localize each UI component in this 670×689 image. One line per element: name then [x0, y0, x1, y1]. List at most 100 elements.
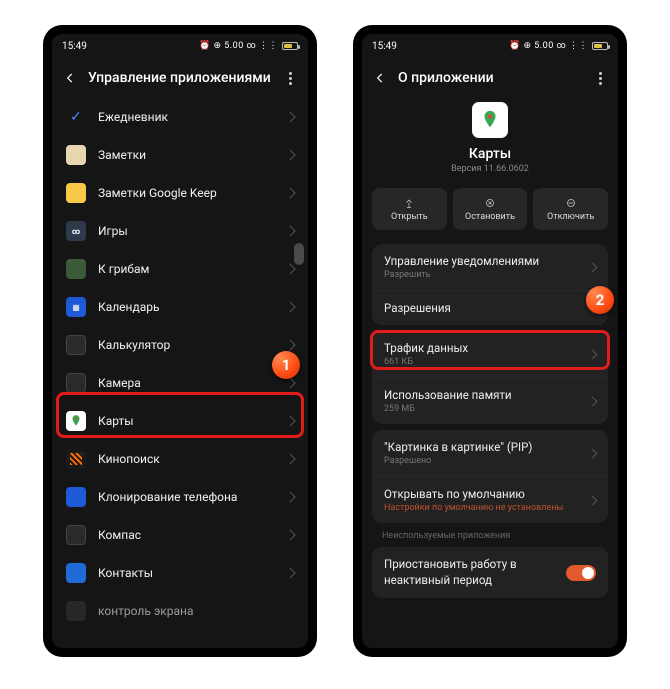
status-time: 15:49 — [372, 41, 397, 52]
chevron-right-icon — [588, 448, 598, 458]
disable-icon — [565, 197, 577, 209]
stop-button[interactable]: Остановить — [453, 188, 528, 230]
row-notifications[interactable]: Управление уведомлениями Разрешить — [372, 244, 608, 290]
calendar-icon: ▦ — [66, 297, 86, 317]
kinopoisk-icon — [66, 449, 86, 469]
row-sub: 259 МБ — [384, 404, 589, 414]
app-label: Кинопоиск — [86, 452, 286, 466]
annotation-badge-1: 1 — [272, 351, 300, 379]
back-icon[interactable] — [372, 70, 388, 86]
row-title: "Картинка в картинке" (PIP) — [384, 440, 589, 454]
phone-left: 15:49 ⏰ ⊕ 5.00 ∞ ⋮⋮ Управление приложени… — [44, 26, 316, 656]
header: О приложении — [362, 58, 618, 98]
status-time: 15:49 — [62, 41, 87, 52]
row-traffic[interactable]: Трафик данных 661 КБ — [372, 331, 608, 377]
app-row-mushrooms[interactable]: К грибам — [52, 250, 308, 288]
more-icon[interactable] — [592, 70, 608, 86]
app-row-daily[interactable]: ✓ Ежедневник — [52, 98, 308, 136]
calculator-icon — [66, 335, 86, 355]
app-label: Календарь — [86, 300, 286, 314]
keep-icon — [66, 183, 86, 203]
disable-button[interactable]: Отключить — [533, 188, 608, 230]
chevron-right-icon — [284, 225, 295, 236]
battery-icon — [592, 42, 608, 50]
row-sub: Разрешить — [384, 270, 589, 280]
camera-icon — [66, 373, 86, 393]
app-row-clone[interactable]: Клонирование телефона — [52, 478, 308, 516]
chevron-right-icon — [284, 301, 295, 312]
app-row-games[interactable]: ∞ Игры — [52, 212, 308, 250]
chevron-right-icon — [284, 187, 295, 198]
chevron-right-icon — [284, 491, 295, 502]
chevron-right-icon — [588, 495, 598, 505]
app-row-kinopoisk[interactable]: Кинопоиск — [52, 440, 308, 478]
status-indicators: ⏰ ⊕ 5.00 ∞ ⋮⋮ — [509, 41, 588, 51]
app-row-calculator[interactable]: Калькулятор — [52, 326, 308, 364]
app-label: Ежедневник — [86, 110, 286, 124]
scrollbar-thumb[interactable] — [294, 243, 304, 265]
app-list: ✓ Ежедневник Заметки Заметки Google Keep… — [52, 98, 308, 648]
row-title: Разрешения — [384, 301, 589, 315]
action-label: Отключить — [547, 212, 594, 222]
section-suspend: Приостановить работу в неактивный период — [372, 547, 608, 598]
notes-icon — [66, 145, 86, 165]
app-row-calendar[interactable]: ▦ Календарь — [52, 288, 308, 326]
app-label: Игры — [86, 224, 286, 238]
row-sub: 661 КБ — [384, 357, 589, 367]
row-memory[interactable]: Использование памяти 259 МБ — [372, 377, 608, 424]
contacts-icon — [66, 563, 86, 583]
section-pip-default: "Картинка в картинке" (PIP) Разрешено От… — [372, 430, 608, 523]
header: Управление приложениями — [52, 58, 308, 98]
app-row-keep[interactable]: Заметки Google Keep — [52, 174, 308, 212]
chevron-right-icon — [284, 453, 295, 464]
row-pip[interactable]: "Картинка в картинке" (PIP) Разрешено — [372, 430, 608, 476]
app-label: Заметки — [86, 148, 286, 162]
app-row-contacts[interactable]: Контакты — [52, 554, 308, 592]
chevron-right-icon — [284, 377, 295, 388]
app-label: контроль экрана — [86, 604, 294, 618]
annotation-badge-2: 2 — [586, 286, 614, 314]
row-title: Использование памяти — [384, 388, 589, 402]
chevron-right-icon — [284, 111, 295, 122]
header-title: Управление приложениями — [78, 70, 282, 86]
chevron-right-icon — [588, 349, 598, 359]
open-button[interactable]: Открыть — [372, 188, 447, 230]
action-row: Открыть Остановить Отключить — [362, 184, 618, 238]
screen: 15:49 ⏰ ⊕ 5.00 ∞ ⋮⋮ Управление приложени… — [52, 34, 308, 648]
maps-icon — [66, 411, 86, 431]
section-data: Трафик данных 661 КБ Использование памят… — [372, 331, 608, 424]
unused-apps-label: Неиспользуемые приложения — [382, 531, 598, 541]
app-row-screencontrol[interactable]: контроль экрана — [52, 592, 308, 630]
app-label: Контакты — [86, 566, 286, 580]
row-suspend[interactable]: Приостановить работу в неактивный период — [372, 547, 608, 598]
app-label: К грибам — [86, 262, 286, 276]
row-sub: Настройки по умолчанию не установлены — [384, 503, 589, 513]
app-row-notes[interactable]: Заметки — [52, 136, 308, 174]
toggle-switch[interactable] — [566, 565, 596, 581]
action-label: Открыть — [391, 212, 428, 222]
chevron-right-icon — [588, 262, 598, 272]
app-row-maps[interactable]: Карты — [52, 402, 308, 440]
chevron-right-icon — [284, 339, 295, 350]
header-title: О приложении — [388, 70, 592, 86]
app-label: Клонирование телефона — [86, 490, 286, 504]
row-default[interactable]: Открывать по умолчанию Настройки по умол… — [372, 476, 608, 523]
section-notifications-permissions: Управление уведомлениями Разрешить Разре… — [372, 244, 608, 325]
back-icon[interactable] — [62, 70, 78, 86]
row-title: Управление уведомлениями — [384, 254, 589, 268]
app-row-camera[interactable]: Камера — [52, 364, 308, 402]
row-title: Открывать по умолчанию — [384, 487, 589, 501]
screen-icon — [66, 601, 86, 621]
screen: 15:49 ⏰ ⊕ 5.00 ∞ ⋮⋮ О приложении — [362, 34, 618, 648]
row-sub: Разрешено — [384, 456, 589, 466]
chevron-right-icon — [284, 415, 295, 426]
row-title: Трафик данных — [384, 341, 589, 355]
chevron-right-icon — [588, 396, 598, 406]
chevron-right-icon — [284, 567, 295, 578]
row-permissions[interactable]: Разрешения — [372, 290, 608, 325]
app-row-compass[interactable]: Компас — [52, 516, 308, 554]
phone-right: 15:49 ⏰ ⊕ 5.00 ∞ ⋮⋮ О приложении — [354, 26, 626, 656]
more-icon[interactable] — [282, 70, 298, 86]
app-version: Версия 11.66.0602 — [451, 164, 529, 174]
statusbar: 15:49 ⏰ ⊕ 5.00 ∞ ⋮⋮ — [52, 34, 308, 58]
